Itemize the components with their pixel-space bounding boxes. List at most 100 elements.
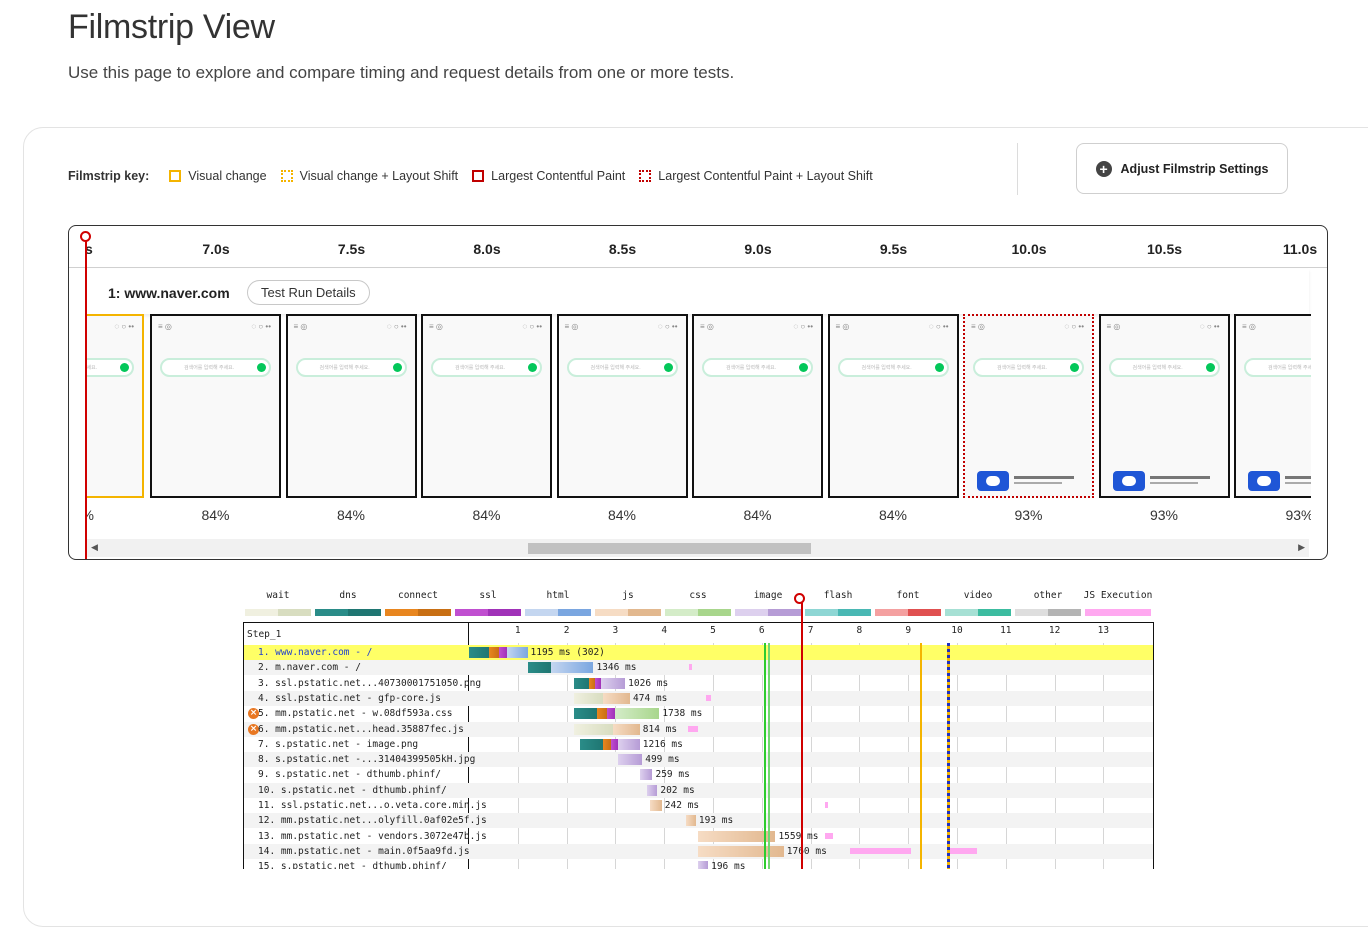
frame-visual-progress: 93% [1014,507,1043,523]
request-row[interactable]: 10. s.pstatic.net - dthumb.phinf/202 ms [244,782,1153,798]
timing-segment-image [639,769,653,781]
timing-segment-js [612,723,640,735]
filmstrip-viewer: s 7.0s 7.5s 8.0s 8.5s 9.0s 9.5s 10.0s 10.5s 11.0s… [68,225,1328,560]
request-url[interactable]: 3. ssl.pstatic.net...40730001751050.png [258,678,481,689]
request-row[interactable]: 7. s.pstatic.net - image.png 1216 ms [244,737,1153,752]
request-row[interactable]: 15. s.pstatic.net - dthumb.phinf/196 ms [244,859,1153,869]
filmstrip-frame[interactable]: ≡ ◎◌ ○ ••검색어를 입력해 주세요. [87,314,144,498]
frame-menu-icon: ≡ ◎ [1106,322,1121,331]
request-row[interactable]: 14. mm.pstatic.net - main.0f5aa9fd.js 176… [244,843,1153,859]
frame-search-placeholder: 검색어를 입력해 주세요. [184,365,235,371]
filmstrip-scrollbar[interactable]: ◀ ▶ [87,539,1309,557]
filmstrip-frame[interactable]: ≡ ◎◌ ○ ••검색어를 입력해 주세요. [827,314,959,498]
legend-label: video [963,590,993,601]
test-run-title: 1: www.naver.com [108,285,230,301]
legend-label: flash [823,590,853,601]
request-row[interactable]: 8. s.pstatic.net -...31404399505kH.jpg 49… [244,752,1153,768]
test-run-details-button[interactable]: Test Run Details [247,280,370,305]
request-url[interactable]: 4. ssl.pstatic.net - gfp-core.js [258,693,441,704]
key-label: Visual change + Layout Shift [299,169,459,183]
frame-ad-text [1285,482,1311,484]
time-tick-label: 12 [1048,625,1061,636]
request-row[interactable]: 2. m.naver.com - / 1346 ms [244,660,1153,676]
js-execution-segment [688,664,692,671]
time-tick-label: 1 [514,625,521,636]
request-row[interactable]: 1. www.naver.com - / 1195 ms (302) [244,645,1153,660]
adjust-filmstrip-settings-button[interactable]: + Adjust Filmstrip Settings [1076,143,1288,194]
key-visual-change-layout-shift: Visual change + Layout Shift [280,169,459,183]
request-duration: 474 ms [633,692,668,704]
key-lcp-layout-shift: Largest Contentful Paint + Layout Shift [639,169,873,183]
lcp-swatch [472,170,485,182]
key-visual-change: Visual change [169,169,267,183]
timing-segment-wait [573,723,613,735]
timing-segment-js [649,800,662,811]
filmstrip-frame[interactable]: ≡ ◎◌ ○ ••검색어를 입력해 주세요. [421,314,552,498]
legend-label: connect [397,590,439,601]
request-url[interactable]: 12. mm.pstatic.net...olyfill.0af02e5f.js [258,815,487,826]
timeline-label: 7.0s [202,241,230,257]
filmstrip-frame[interactable]: ≡ ◎◌ ○ ••검색어를 입력해 주세요. [285,314,417,498]
waterfall-table: Step_1 1 2 3 4 5 6 7 8 9 10 11 12 13 1. www.naver.com… [243,603,1154,869]
request-url[interactable]: 9. s.pstatic.net - dthumb.phinf/ [258,769,441,780]
request-row[interactable]: 12. mm.pstatic.net...olyfill.0af02e5f.js… [244,813,1153,829]
frame-search-placeholder: 검색어를 입력해 주세요. [590,365,641,371]
request-url[interactable]: 7. s.pstatic.net - image.png [258,739,418,750]
timeline-label: 10.0s [1011,241,1047,257]
plus-icon: + [1095,160,1112,177]
filmstrip-frame[interactable]: ≡ ◎◌ ○ ••검색어를 입력해 주세요. [556,314,688,498]
filmstrip-frame[interactable]: ≡ ◎◌ ○ ••검색어를 입력해 주세요. [150,314,281,498]
request-row[interactable]: 11. ssl.pstatic.net...o.veta.core.min.js… [244,798,1153,813]
request-url[interactable]: 15. s.pstatic.net - dthumb.phinf/ [258,861,447,869]
request-url[interactable]: 1. www.naver.com - / [258,647,372,658]
scrollbar-thumb[interactable] [528,543,811,554]
filmstrip-frame[interactable]: ≡ ◎◌ ○ ••검색어를 입력해 주세요. [1234,314,1311,498]
scroll-left-arrow-icon[interactable]: ◀ [91,542,98,553]
key-lcp: Largest Contentful Paint [472,169,625,183]
frame-ad-banner [1112,471,1145,491]
scroll-right-arrow-icon[interactable]: ▶ [1298,542,1305,553]
frame-menu-icon: ≡ ◎ [971,322,985,331]
timing-segment-dns [469,647,490,658]
request-url[interactable]: 5. mm.pstatic.net - w.08df593a.css [258,708,452,719]
request-duration: 196 ms [711,861,746,869]
request-url[interactable]: 2. m.naver.com - / [258,662,361,673]
request-url[interactable]: 14. mm.pstatic.net - main.0f5aa9fd.js [258,846,470,857]
frame-search-box: 검색어를 입력해 주세요. [566,358,678,377]
timeline-label: 8.0s [473,241,501,257]
timing-segment-ssl [610,738,618,750]
timeline-label: 7.5s [337,241,366,257]
frame-ad-banner [1248,471,1280,491]
request-duration: 499 ms [645,754,680,766]
current-time-marker-handle[interactable] [80,231,91,242]
waterfall-time-marker-handle[interactable] [794,593,805,604]
frame-menu-icon: ≡ ◎ [293,322,308,331]
filmstrip-frame[interactable]: ≡ ◎◌ ○ ••검색어를 입력해 주세요. [963,314,1094,498]
request-url[interactable]: 10. s.pstatic.net - dthumb.phinf/ [258,785,447,796]
request-row[interactable]: 13. mm.pstatic.net - vendors.3072e47b.js… [244,829,1153,844]
frame-menu-icon: ≡ ◎ [564,322,579,331]
timing-segment-js [603,692,631,704]
filmstrip-frame[interactable]: ≡ ◎ ◌ ○ •• 검색어를 입력해 주세요. [1098,314,1230,498]
request-row[interactable]: 9. s.pstatic.net - dthumb.phinf/259 ms [244,767,1153,782]
filmstrip-frame[interactable]: ≡ ◎◌ ○ ••검색어를 입력해 주세요. [692,314,823,498]
timeline-label: 11.0s [1282,241,1318,257]
request-row[interactable]: × 5. mm.pstatic.net - w.08df593a.css 1738 … [244,706,1153,721]
request-url[interactable]: 13. mm.pstatic.net - vendors.3072e47b.js [258,831,487,842]
time-tick-label: 10 [951,625,963,636]
request-url[interactable]: 11. ssl.pstatic.net...o.veta.core.min.js [258,800,487,811]
frame-search-box: 검색어를 입력해 주세요. [1244,358,1311,377]
frame-search-placeholder: 검색어를 입력해 주세요. [1132,365,1183,371]
current-time-marker [85,236,87,559]
frame-search-box: 검색어를 입력해 주세요. [160,358,271,377]
request-row[interactable]: × 6. mm.pstatic.net...head.35887fec.js 814… [244,721,1153,737]
request-row[interactable]: 4. ssl.pstatic.net - gfp-core.js 474 ms [244,690,1153,706]
visual-change-layout-shift-swatch [280,170,293,182]
frame-header-icons: ◌ ○ •• [1199,322,1220,331]
request-row[interactable]: 3. ssl.pstatic.net...40730001751050.png 1… [244,676,1153,691]
legend-swatch [945,609,1011,616]
request-url[interactable]: 8. s.pstatic.net -...31404399505kH.jpg [258,754,475,765]
request-duration: 1559 ms [778,830,819,842]
request-url[interactable]: 6. mm.pstatic.net...head.35887fec.js [258,724,464,735]
orange-marker [920,643,923,869]
